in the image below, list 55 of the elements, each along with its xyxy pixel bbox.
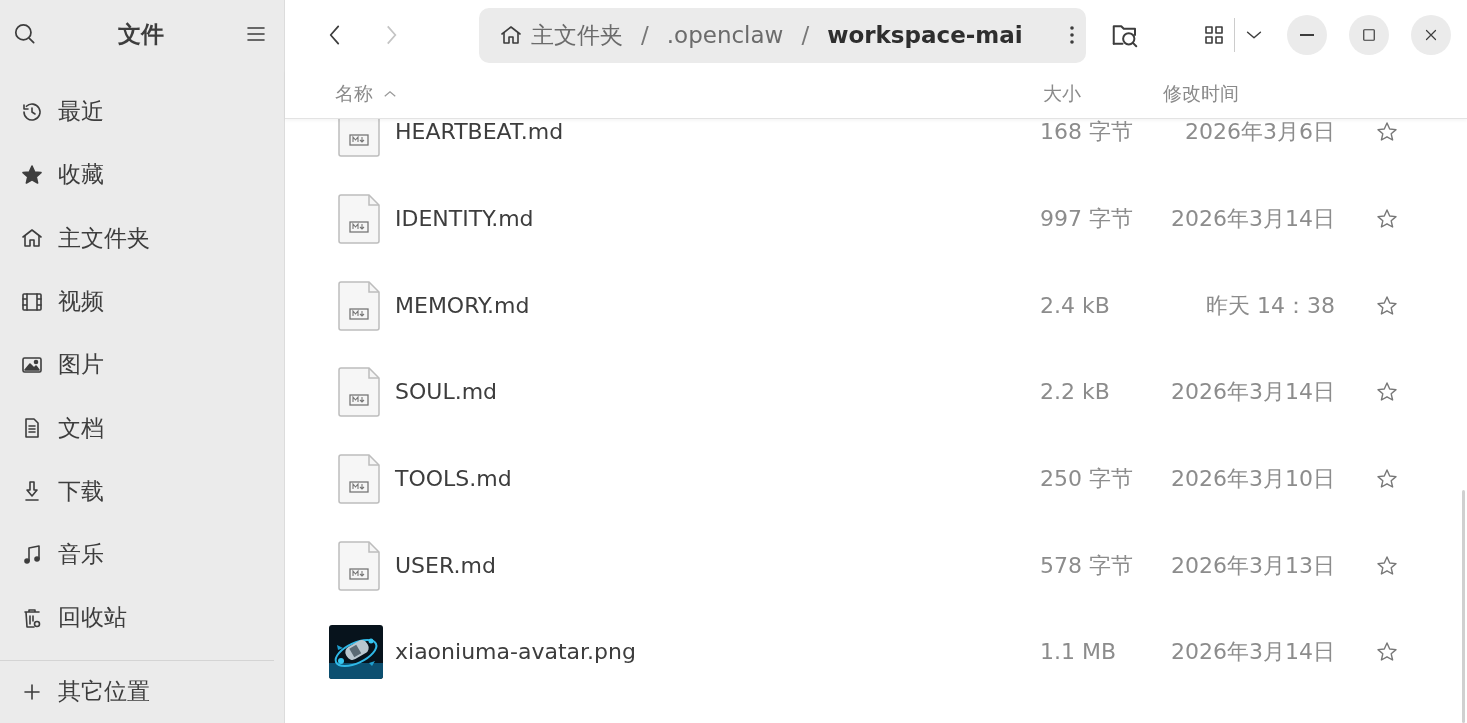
markdown-file-icon: [337, 279, 383, 332]
close-button[interactable]: [1411, 15, 1451, 55]
name-column-header[interactable]: 名称: [285, 80, 995, 108]
modified-date: 昨天 14：38: [1205, 293, 1335, 318]
sidebar-item[interactable]: 音乐: [0, 523, 284, 587]
sidebar-item[interactable]: 收藏: [0, 143, 284, 207]
path-segment[interactable]: .openclaw: [666, 22, 784, 48]
file-name[interactable]: IDENTITY.md: [395, 206, 1040, 232]
size-column-header[interactable]: 大小: [995, 81, 1123, 107]
file-name[interactable]: USER.md: [395, 553, 1040, 578]
file-name[interactable]: TOOLS.md: [395, 467, 1040, 492]
file-name[interactable]: MEMORY.md: [395, 293, 1040, 318]
sidebar-item[interactable]: 文档: [0, 396, 284, 460]
path-segment[interactable]: 主文件夹: [499, 19, 623, 51]
sidebar-item[interactable]: 其它位置: [0, 660, 284, 723]
file-size: 1.1 MB: [1040, 640, 1118, 665]
grid-icon: [1202, 23, 1226, 47]
path-separator: /: [640, 22, 650, 48]
file-size: 250 字节: [1040, 467, 1134, 492]
sidebar-item[interactable]: 最近: [0, 79, 284, 144]
file-name[interactable]: HEARTBEAT.md: [395, 120, 1040, 145]
file-size: 168 字节: [1040, 120, 1134, 145]
star-icon: [20, 162, 44, 187]
maximize-button[interactable]: [1349, 15, 1389, 55]
markdown-file-icon: [337, 453, 383, 506]
more-icon: [1070, 26, 1074, 44]
file-name[interactable]: xiaoniuma-avatar.png: [395, 640, 1040, 665]
home-icon: [499, 23, 523, 47]
more-button[interactable]: [1070, 26, 1074, 44]
modified-date: 2026年3月10日: [1170, 467, 1335, 492]
file-size: 578 字节: [1040, 553, 1134, 578]
file-size: 997 字节: [1040, 206, 1134, 232]
sidebar-item[interactable]: 主文件夹: [0, 206, 284, 270]
modified-date: 2026年3月6日: [1184, 120, 1335, 145]
sidebar-item[interactable]: 回收站: [0, 586, 284, 650]
markdown-file-icon: [337, 539, 383, 592]
modified-date: 2026年3月13日: [1170, 553, 1335, 578]
sidebar-item[interactable]: 视频: [0, 269, 284, 334]
path-segment[interactable]: workspace-mai: [827, 22, 1023, 48]
file-size: 2.4 kB: [1040, 293, 1111, 318]
scrollbar[interactable]: [1462, 490, 1465, 723]
app-title: 文件: [118, 20, 164, 49]
file-size: 2.2 kB: [1040, 380, 1111, 405]
grid-view-button[interactable]: [1202, 23, 1226, 47]
sidebar-item[interactable]: 下载: [0, 459, 284, 524]
modified-date: 2026年3月14日: [1170, 206, 1335, 232]
modified-date: 2026年3月14日: [1170, 380, 1335, 405]
markdown-file-icon: [337, 193, 383, 246]
modified-date: 2026年3月14日: [1170, 640, 1335, 665]
minimize-icon: [1300, 34, 1314, 36]
sidebar-item[interactable]: 图片: [0, 333, 284, 397]
path-separator: /: [800, 22, 811, 48]
maximize-icon: [1360, 26, 1378, 44]
markdown-file-icon: [337, 366, 383, 419]
file-name[interactable]: SOUL.md: [395, 380, 1040, 405]
